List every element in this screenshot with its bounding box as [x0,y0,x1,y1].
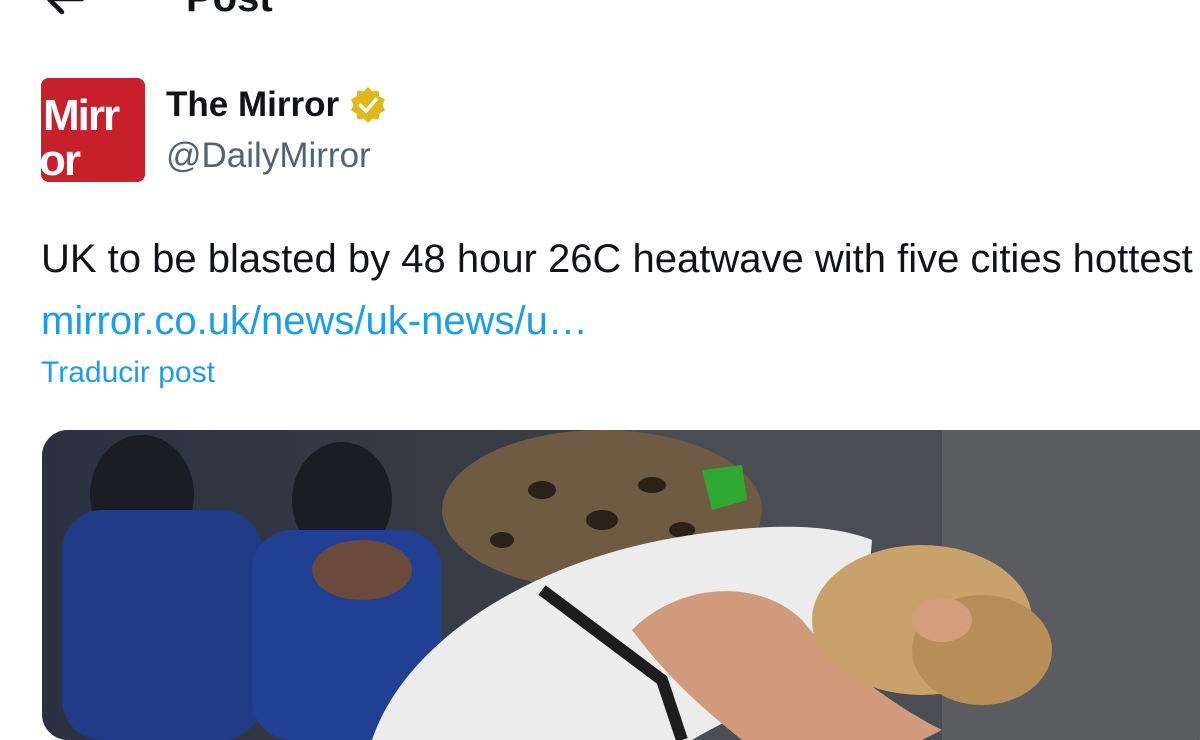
verified-badge-icon [348,85,388,125]
author-info: The Mirror @DailyMirror [166,84,388,176]
avatar-logo-line-1: Mirr [43,91,120,140]
mirror-logo: Mirr or [41,78,145,182]
tweet-body: UK to be blasted by 48 hour 26C heatwave… [41,237,1193,281]
tweet-link[interactable]: mirror.co.uk/news/uk-news/u… [41,299,588,343]
translate-post-link[interactable]: Traducir post [41,356,215,390]
avatar-logo-line-2: or [41,136,81,182]
page-title: Post [186,0,273,18]
arrow-left-icon [46,0,85,15]
tweet-text: UK to be blasted by 48 hour 26C heatwave… [41,228,1200,352]
tweet-image[interactable] [42,430,1200,740]
author-name[interactable]: The Mirror [166,85,339,125]
top-bar: Post [0,0,1200,40]
avatar[interactable]: Mirr or [41,78,145,182]
back-button[interactable] [40,0,90,24]
heatwave-photo [42,430,1200,740]
author-handle[interactable]: @DailyMirror [166,136,388,176]
